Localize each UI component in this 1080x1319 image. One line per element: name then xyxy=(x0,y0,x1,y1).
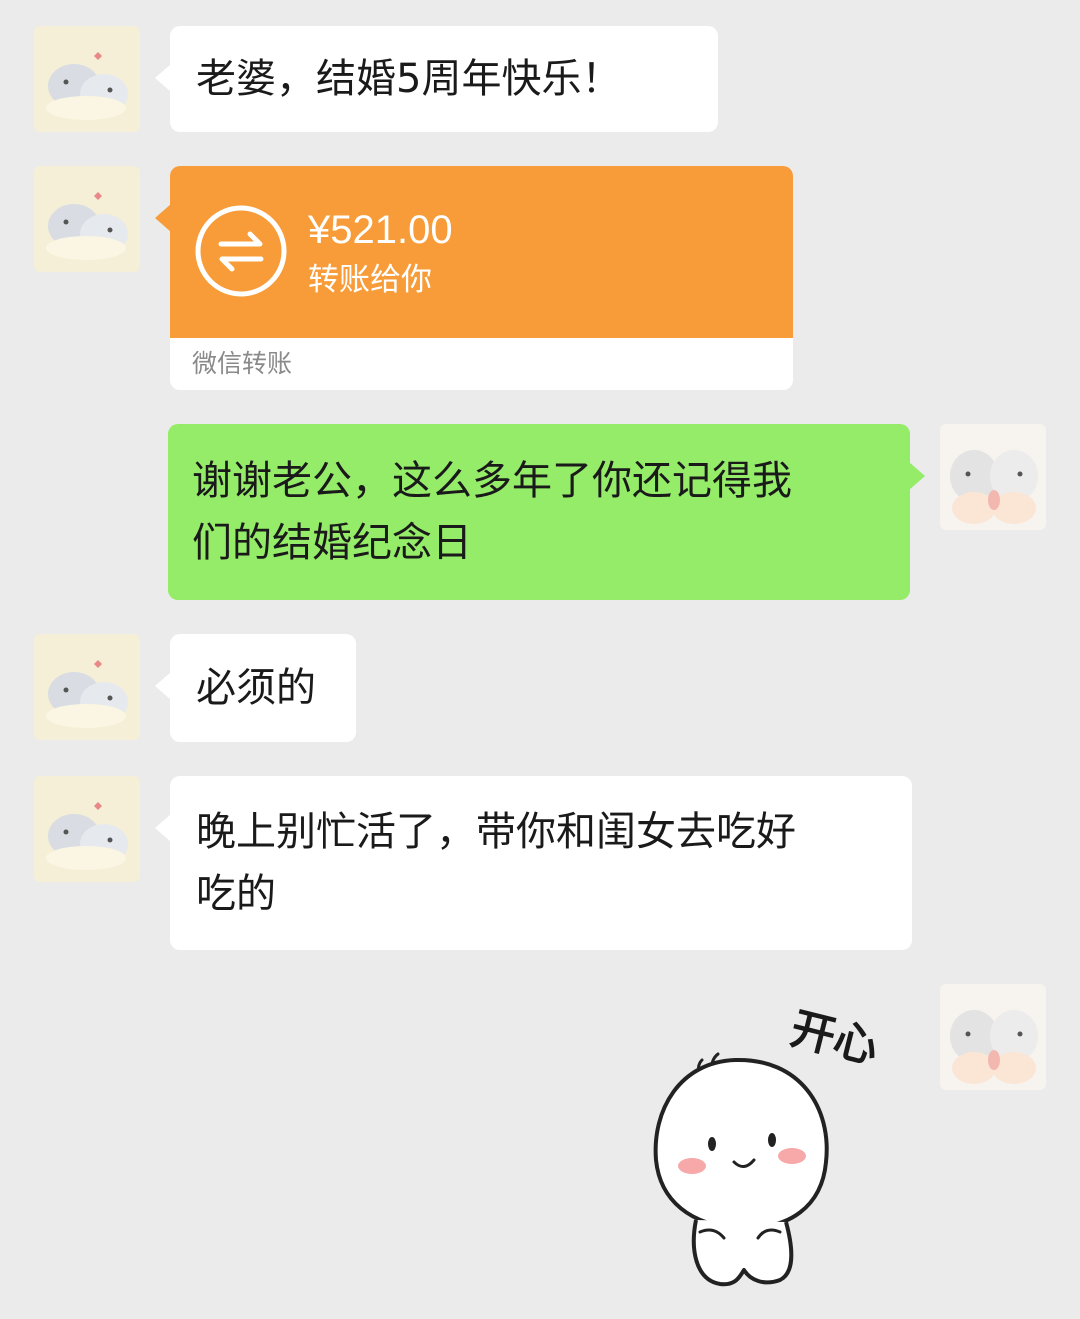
smiling-blob-sticker: 开心 xyxy=(653,1003,884,1287)
self-avatar[interactable] xyxy=(940,424,1046,530)
message-text-line: 们的结婚纪念日 xyxy=(192,520,472,566)
transfer-description: 转账给你 xyxy=(308,262,432,298)
hamster-avatar-icon xyxy=(34,26,140,132)
bubble-tail xyxy=(155,204,171,232)
message-text-line: 吃的 xyxy=(196,871,276,917)
bubble-tail xyxy=(155,672,171,700)
transfer-card[interactable]: ¥521.00 转账给你 微信转账 xyxy=(155,166,793,390)
sender-avatar[interactable] xyxy=(34,26,140,132)
message-bubble[interactable]: 必须的 xyxy=(155,634,356,742)
sticker-message[interactable]: 开心 xyxy=(640,1000,910,1300)
hamster-pair-avatar-icon xyxy=(940,984,1046,1090)
bubble-tail xyxy=(155,814,171,842)
message-text-line: 谢谢老公，这么多年了你还记得我 xyxy=(192,458,792,504)
hamster-avatar-icon xyxy=(34,166,140,272)
transfer-amount: ¥521.00 xyxy=(308,208,453,252)
sender-avatar[interactable] xyxy=(34,166,140,272)
sticker-caption: 开心 xyxy=(786,1003,884,1074)
message-bubble[interactable]: 老婆，结婚5周年快乐！ xyxy=(155,26,718,132)
message-text-line: 晚上别忙活了，带你和闺女去吃好 xyxy=(196,809,796,855)
sender-avatar[interactable] xyxy=(34,776,140,882)
message-bubble[interactable]: 谢谢老公，这么多年了你还记得我 们的结婚纪念日 xyxy=(168,424,925,600)
transfer-arrows-icon xyxy=(195,205,287,297)
bubble-tail xyxy=(909,462,925,490)
transfer-footer-label: 微信转账 xyxy=(192,349,293,378)
hamster-avatar-icon xyxy=(34,634,140,740)
sender-avatar[interactable] xyxy=(34,634,140,740)
bubble-tail xyxy=(155,64,171,92)
hamster-avatar-icon xyxy=(34,776,140,882)
self-avatar[interactable] xyxy=(940,984,1046,1090)
message-text: 必须的 xyxy=(196,665,316,711)
hamster-pair-avatar-icon xyxy=(940,424,1046,530)
message-text: 老婆，结婚5周年快乐！ xyxy=(196,56,622,102)
message-bubble[interactable]: 晚上别忙活了，带你和闺女去吃好 吃的 xyxy=(155,776,912,950)
